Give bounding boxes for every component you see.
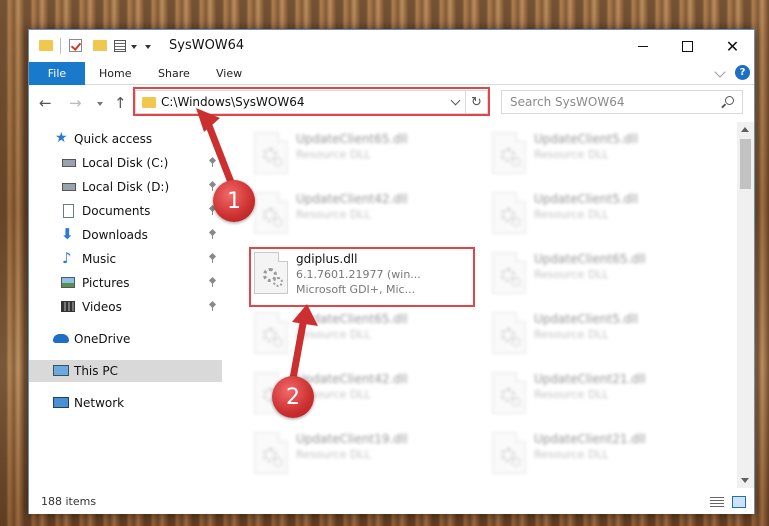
- callout-badge-1: 1: [213, 180, 255, 222]
- arrow-to-address-bar: [202, 114, 238, 194]
- callout-arrows: [196, 108, 318, 388]
- arrow-head-2: [292, 304, 318, 326]
- callout-badge-2: 2: [272, 376, 314, 418]
- arrow-to-file: [288, 314, 308, 388]
- arrow-head-1: [196, 108, 220, 132]
